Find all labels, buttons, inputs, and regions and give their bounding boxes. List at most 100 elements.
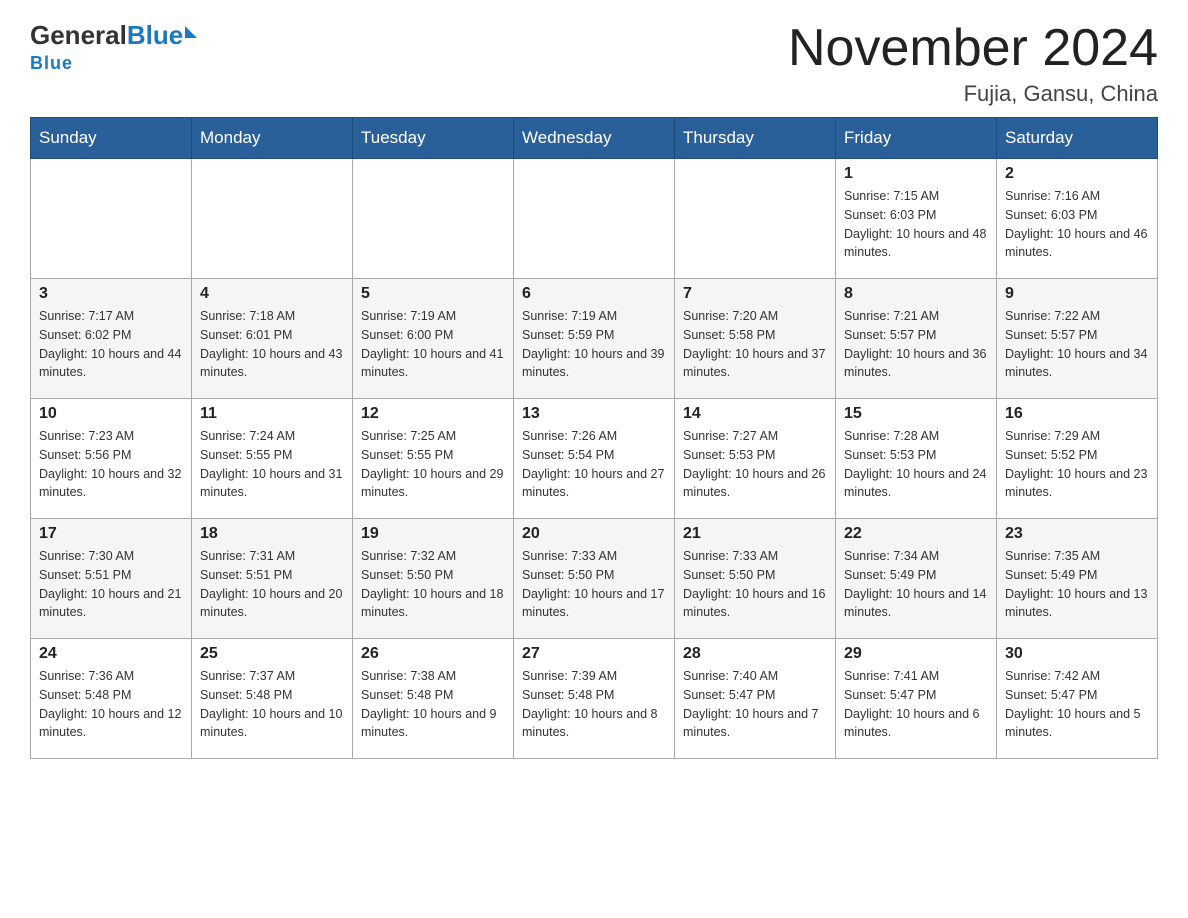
day-number: 23 [1005, 525, 1149, 543]
calendar-title: November 2024 [788, 20, 1158, 77]
calendar-cell: 18 Sunrise: 7:31 AMSunset: 5:51 PMDayligh… [192, 519, 353, 639]
calendar-cell: 28 Sunrise: 7:40 AMSunset: 5:47 PMDayligh… [675, 639, 836, 759]
day-number: 28 [683, 645, 827, 663]
day-number: 29 [844, 645, 988, 663]
calendar-week-5: 24 Sunrise: 7:36 AMSunset: 5:48 PMDayligh… [31, 639, 1158, 759]
day-info: Sunrise: 7:21 AMSunset: 5:57 PMDaylight:… [844, 307, 988, 382]
calendar-subtitle: Fujia, Gansu, China [788, 81, 1158, 107]
day-info: Sunrise: 7:27 AMSunset: 5:53 PMDaylight:… [683, 427, 827, 502]
day-number: 6 [522, 285, 666, 303]
day-number: 30 [1005, 645, 1149, 663]
calendar-cell: 15 Sunrise: 7:28 AMSunset: 5:53 PMDayligh… [836, 399, 997, 519]
day-info: Sunrise: 7:30 AMSunset: 5:51 PMDaylight:… [39, 547, 183, 622]
calendar-cell: 16 Sunrise: 7:29 AMSunset: 5:52 PMDayligh… [997, 399, 1158, 519]
logo: General Blue Blue [30, 20, 197, 74]
weekday-header-monday: Monday [192, 118, 353, 159]
day-number: 12 [361, 405, 505, 423]
day-number: 9 [1005, 285, 1149, 303]
day-info: Sunrise: 7:29 AMSunset: 5:52 PMDaylight:… [1005, 427, 1149, 502]
day-number: 5 [361, 285, 505, 303]
page-header: General Blue Blue November 2024 Fujia, G… [30, 20, 1158, 107]
calendar-week-1: 1 Sunrise: 7:15 AMSunset: 6:03 PMDaylight… [31, 159, 1158, 279]
day-number: 19 [361, 525, 505, 543]
day-info: Sunrise: 7:26 AMSunset: 5:54 PMDaylight:… [522, 427, 666, 502]
day-info: Sunrise: 7:19 AMSunset: 5:59 PMDaylight:… [522, 307, 666, 382]
logo-general-text: General [30, 20, 127, 51]
calendar-cell: 24 Sunrise: 7:36 AMSunset: 5:48 PMDayligh… [31, 639, 192, 759]
calendar-cell [31, 159, 192, 279]
calendar-cell: 20 Sunrise: 7:33 AMSunset: 5:50 PMDayligh… [514, 519, 675, 639]
day-info: Sunrise: 7:22 AMSunset: 5:57 PMDaylight:… [1005, 307, 1149, 382]
calendar-cell: 26Sunrise: 7:38 AMSunset: 5:48 PMDayligh… [353, 639, 514, 759]
day-info: Sunrise: 7:18 AMSunset: 6:01 PMDaylight:… [200, 307, 344, 382]
day-number: 16 [1005, 405, 1149, 423]
day-info: Sunrise: 7:32 AMSunset: 5:50 PMDaylight:… [361, 547, 505, 622]
calendar-cell: 1 Sunrise: 7:15 AMSunset: 6:03 PMDaylight… [836, 159, 997, 279]
calendar-table: SundayMondayTuesdayWednesdayThursdayFrid… [30, 117, 1158, 759]
day-info: Sunrise: 7:23 AMSunset: 5:56 PMDaylight:… [39, 427, 183, 502]
calendar-cell: 12Sunrise: 7:25 AMSunset: 5:55 PMDayligh… [353, 399, 514, 519]
day-number: 18 [200, 525, 344, 543]
day-number: 24 [39, 645, 183, 663]
day-number: 2 [1005, 165, 1149, 183]
day-info: Sunrise: 7:20 AMSunset: 5:58 PMDaylight:… [683, 307, 827, 382]
calendar-cell: 10Sunrise: 7:23 AMSunset: 5:56 PMDayligh… [31, 399, 192, 519]
day-number: 3 [39, 285, 183, 303]
day-number: 15 [844, 405, 988, 423]
calendar-cell: 11Sunrise: 7:24 AMSunset: 5:55 PMDayligh… [192, 399, 353, 519]
weekday-header-saturday: Saturday [997, 118, 1158, 159]
calendar-cell: 2Sunrise: 7:16 AMSunset: 6:03 PMDaylight… [997, 159, 1158, 279]
day-info: Sunrise: 7:34 AMSunset: 5:49 PMDaylight:… [844, 547, 988, 622]
day-info: Sunrise: 7:37 AMSunset: 5:48 PMDaylight:… [200, 667, 344, 742]
logo-blue-part: Blue [127, 20, 197, 51]
day-info: Sunrise: 7:31 AMSunset: 5:51 PMDaylight:… [200, 547, 344, 622]
day-info: Sunrise: 7:33 AMSunset: 5:50 PMDaylight:… [683, 547, 827, 622]
day-info: Sunrise: 7:19 AMSunset: 6:00 PMDaylight:… [361, 307, 505, 382]
calendar-week-2: 3 Sunrise: 7:17 AMSunset: 6:02 PMDaylight… [31, 279, 1158, 399]
calendar-cell: 9 Sunrise: 7:22 AMSunset: 5:57 PMDaylight… [997, 279, 1158, 399]
day-number: 27 [522, 645, 666, 663]
day-info: Sunrise: 7:36 AMSunset: 5:48 PMDaylight:… [39, 667, 183, 742]
day-number: 26 [361, 645, 505, 663]
calendar-cell: 29 Sunrise: 7:41 AMSunset: 5:47 PMDayligh… [836, 639, 997, 759]
calendar-cell: 6 Sunrise: 7:19 AMSunset: 5:59 PMDaylight… [514, 279, 675, 399]
calendar-cell: 30 Sunrise: 7:42 AMSunset: 5:47 PMDayligh… [997, 639, 1158, 759]
day-info: Sunrise: 7:15 AMSunset: 6:03 PMDaylight:… [844, 187, 988, 262]
day-info: Sunrise: 7:39 AMSunset: 5:48 PMDaylight:… [522, 667, 666, 742]
day-info: Sunrise: 7:17 AMSunset: 6:02 PMDaylight:… [39, 307, 183, 382]
calendar-cell [192, 159, 353, 279]
calendar-cell: 4Sunrise: 7:18 AMSunset: 6:01 PMDaylight… [192, 279, 353, 399]
calendar-cell: 14 Sunrise: 7:27 AMSunset: 5:53 PMDayligh… [675, 399, 836, 519]
title-section: November 2024 Fujia, Gansu, China [788, 20, 1158, 107]
day-number: 8 [844, 285, 988, 303]
logo-triangle-icon [185, 26, 197, 38]
calendar-cell [514, 159, 675, 279]
weekday-header-row: SundayMondayTuesdayWednesdayThursdayFrid… [31, 118, 1158, 159]
day-number: 1 [844, 165, 988, 183]
day-number: 13 [522, 405, 666, 423]
logo-blue-text: Blue [127, 20, 183, 51]
calendar-cell: 17Sunrise: 7:30 AMSunset: 5:51 PMDayligh… [31, 519, 192, 639]
weekday-header-friday: Friday [836, 118, 997, 159]
day-number: 20 [522, 525, 666, 543]
calendar-cell: 3 Sunrise: 7:17 AMSunset: 6:02 PMDaylight… [31, 279, 192, 399]
day-info: Sunrise: 7:35 AMSunset: 5:49 PMDaylight:… [1005, 547, 1149, 622]
day-info: Sunrise: 7:42 AMSunset: 5:47 PMDaylight:… [1005, 667, 1149, 742]
weekday-header-wednesday: Wednesday [514, 118, 675, 159]
day-info: Sunrise: 7:33 AMSunset: 5:50 PMDaylight:… [522, 547, 666, 622]
calendar-cell: 25 Sunrise: 7:37 AMSunset: 5:48 PMDayligh… [192, 639, 353, 759]
day-number: 14 [683, 405, 827, 423]
day-info: Sunrise: 7:40 AMSunset: 5:47 PMDaylight:… [683, 667, 827, 742]
calendar-cell: 13 Sunrise: 7:26 AMSunset: 5:54 PMDayligh… [514, 399, 675, 519]
day-number: 7 [683, 285, 827, 303]
calendar-cell: 5 Sunrise: 7:19 AMSunset: 6:00 PMDaylight… [353, 279, 514, 399]
day-info: Sunrise: 7:41 AMSunset: 5:47 PMDaylight:… [844, 667, 988, 742]
day-info: Sunrise: 7:24 AMSunset: 5:55 PMDaylight:… [200, 427, 344, 502]
calendar-cell: 19 Sunrise: 7:32 AMSunset: 5:50 PMDayligh… [353, 519, 514, 639]
day-info: Sunrise: 7:28 AMSunset: 5:53 PMDaylight:… [844, 427, 988, 502]
calendar-cell: 7 Sunrise: 7:20 AMSunset: 5:58 PMDaylight… [675, 279, 836, 399]
calendar-cell: 27 Sunrise: 7:39 AMSunset: 5:48 PMDayligh… [514, 639, 675, 759]
day-number: 25 [200, 645, 344, 663]
day-number: 21 [683, 525, 827, 543]
calendar-cell [675, 159, 836, 279]
